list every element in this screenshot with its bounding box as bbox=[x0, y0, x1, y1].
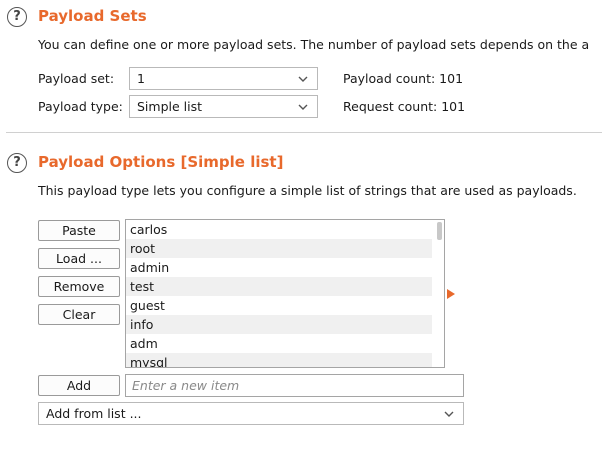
clear-button[interactable]: Clear bbox=[38, 304, 120, 325]
payload-set-value: 1 bbox=[137, 71, 145, 86]
payload-type-label: Payload type: bbox=[38, 99, 123, 114]
chevron-down-icon bbox=[298, 104, 308, 110]
add-from-list-value: Add from list ... bbox=[46, 406, 142, 421]
add-from-list-select[interactable]: Add from list ... bbox=[38, 402, 464, 425]
payload-sets-title: Payload Sets bbox=[38, 7, 147, 25]
payload-set-select[interactable]: 1 bbox=[129, 67, 318, 90]
paste-button[interactable]: Paste bbox=[38, 220, 120, 241]
chevron-down-icon bbox=[444, 411, 454, 417]
list-item[interactable]: root bbox=[126, 239, 432, 258]
list-item[interactable]: test bbox=[126, 277, 432, 296]
list-item[interactable]: admin bbox=[126, 258, 432, 277]
payload-sets-description: You can define one or more payload sets.… bbox=[38, 37, 590, 52]
payload-options-title: Payload Options [Simple list] bbox=[38, 153, 284, 171]
payload-type-select[interactable]: Simple list bbox=[129, 95, 318, 118]
payload-count: Payload count: 101 bbox=[343, 71, 464, 86]
section-divider bbox=[6, 132, 602, 133]
list-item[interactable]: guest bbox=[126, 296, 432, 315]
payload-type-value: Simple list bbox=[137, 99, 203, 114]
payload-set-label: Payload set: bbox=[38, 71, 115, 86]
help-icon[interactable]: ? bbox=[7, 153, 27, 173]
request-count: Request count: 101 bbox=[343, 99, 466, 114]
load-button[interactable]: Load ... bbox=[38, 248, 120, 269]
remove-button[interactable]: Remove bbox=[38, 276, 120, 297]
help-icon[interactable]: ? bbox=[7, 7, 27, 27]
list-scrollbar[interactable] bbox=[437, 222, 442, 240]
list-item[interactable]: mysql bbox=[126, 353, 432, 367]
payload-options-description: This payload type lets you configure a s… bbox=[38, 183, 577, 198]
list-item[interactable]: adm bbox=[126, 334, 432, 353]
intruder-payloads-panel: ? Payload Sets You can define one or mor… bbox=[0, 0, 602, 450]
expand-arrow-icon[interactable] bbox=[447, 289, 455, 299]
add-button[interactable]: Add bbox=[38, 375, 120, 396]
list-item[interactable]: info bbox=[126, 315, 432, 334]
payload-list[interactable]: carlos root admin test guest info adm my… bbox=[125, 219, 445, 368]
chevron-down-icon bbox=[298, 76, 308, 82]
new-item-input[interactable] bbox=[125, 374, 464, 397]
list-item[interactable]: carlos bbox=[126, 220, 432, 239]
